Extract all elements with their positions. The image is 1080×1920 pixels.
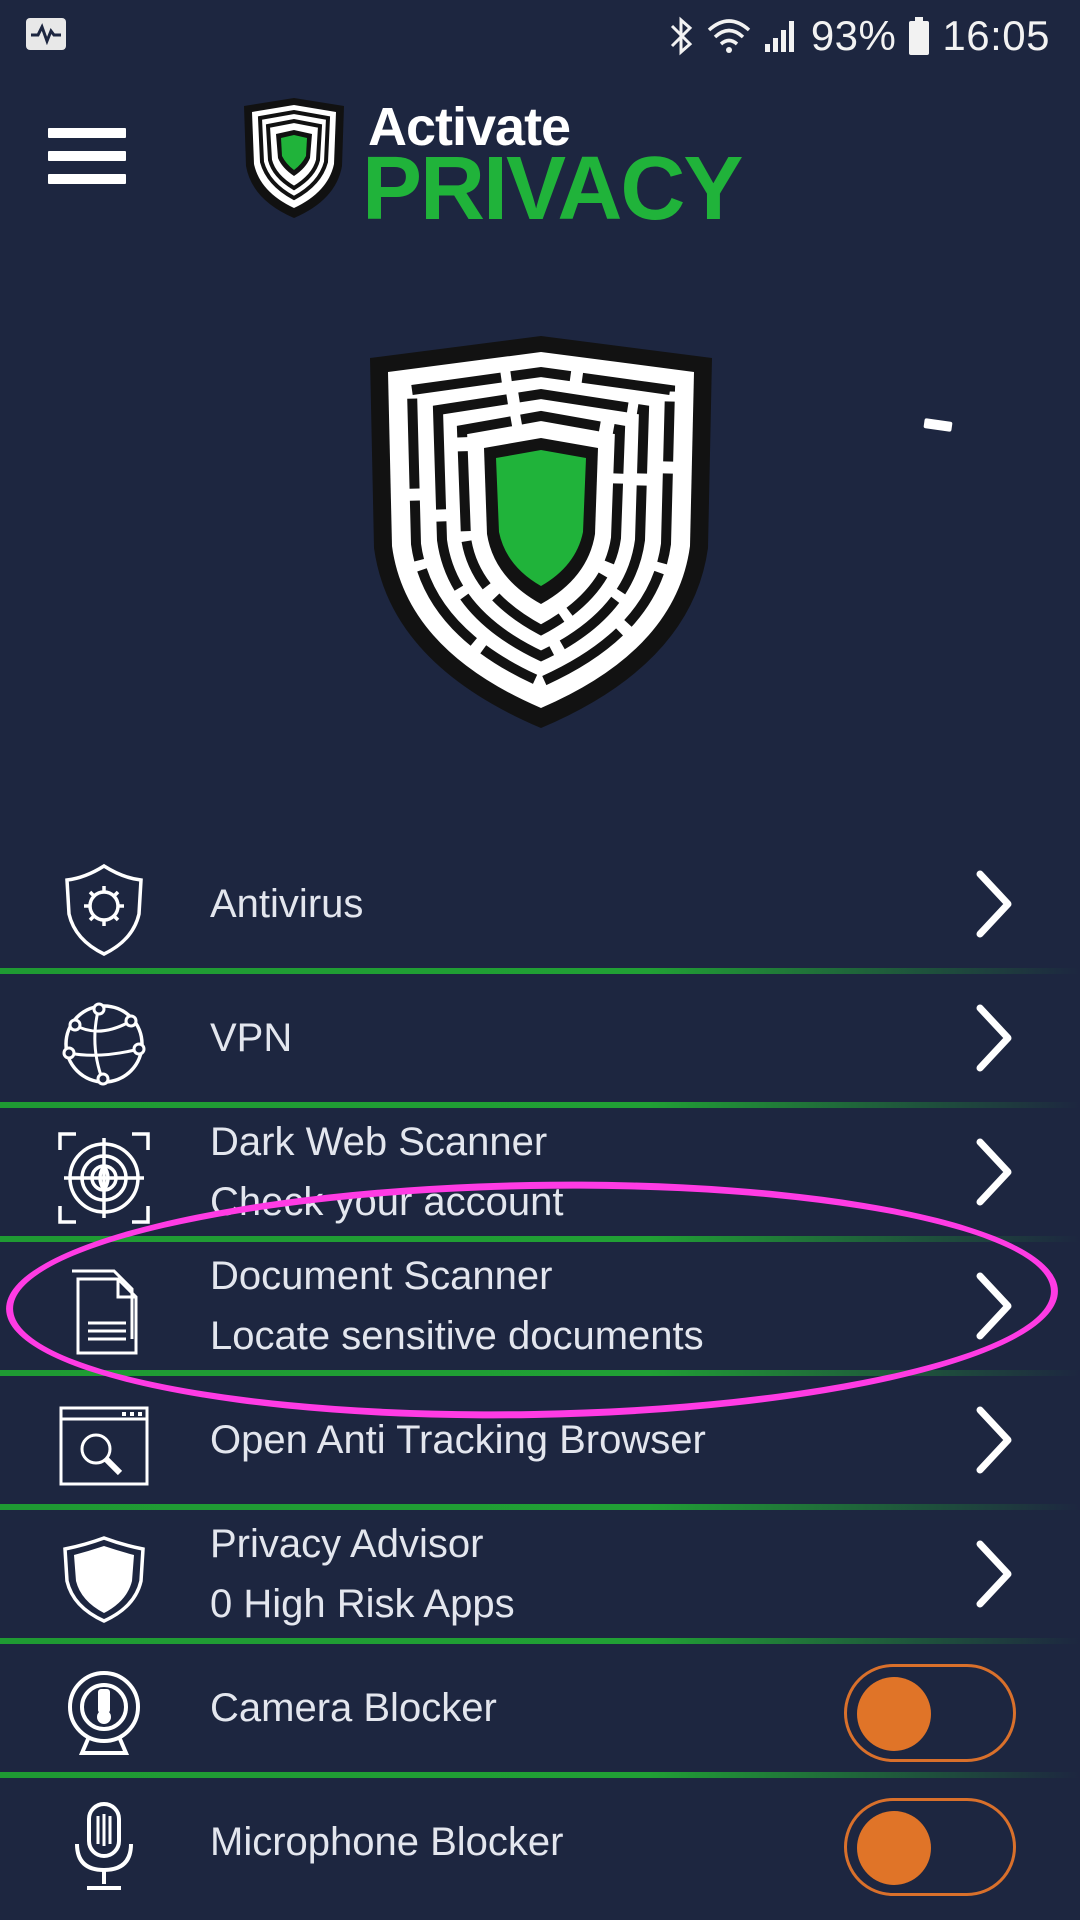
menu-bar — [48, 174, 126, 184]
webcam-icon — [56, 1666, 152, 1762]
document-icon — [56, 1264, 152, 1360]
menu-item-title: Camera Blocker — [210, 1686, 497, 1730]
camera-blocker-toggle[interactable] — [844, 1664, 1016, 1762]
chevron-right-icon[interactable] — [974, 1136, 1014, 1208]
menu-item-antivirus[interactable]: Antivirus — [0, 840, 1080, 974]
menu-item-text: Document Scanner Locate sensitive docume… — [210, 1242, 900, 1370]
menu-item-text: Privacy Advisor 0 High Risk Apps — [210, 1510, 900, 1638]
menu-item-title: Document Scanner — [210, 1254, 553, 1298]
battery-percent: 93% — [810, 12, 897, 59]
menu-item-title: Privacy Advisor — [210, 1522, 484, 1566]
menu-item-text: Open Anti Tracking Browser — [210, 1376, 900, 1504]
menu-item-text: VPN — [210, 974, 900, 1102]
menu-item-subtitle: 0 High Risk Apps — [210, 1582, 515, 1626]
menu-item-text: Camera Blocker — [210, 1644, 900, 1772]
menu-item-title: Antivirus — [210, 882, 364, 926]
chevron-right-icon[interactable] — [974, 1270, 1014, 1342]
menu-item-privacy-advisor[interactable]: Privacy Advisor 0 High Risk Apps — [0, 1510, 1080, 1644]
status-bar: 93% 16:05 — [0, 0, 1080, 72]
dark-web-target-icon — [56, 1130, 152, 1226]
clock: 16:05 — [942, 12, 1050, 59]
microphone-icon — [56, 1800, 152, 1896]
chevron-right-icon[interactable] — [974, 868, 1014, 940]
loading-indicator — [923, 418, 953, 432]
chevron-right-icon[interactable] — [974, 1538, 1014, 1610]
feature-list: Antivirus VPN Dark Web Scanner Check you… — [0, 840, 1080, 1912]
microphone-blocker-toggle[interactable] — [844, 1798, 1016, 1896]
battery-icon — [909, 17, 930, 55]
menu-item-title: VPN — [210, 1016, 293, 1060]
chevron-right-icon[interactable] — [974, 1002, 1014, 1074]
chevron-right-icon[interactable] — [974, 1404, 1014, 1476]
menu-bar — [48, 128, 126, 138]
menu-item-text: Dark Web Scanner Check your account — [210, 1108, 900, 1236]
signal-icon — [764, 21, 794, 52]
menu-item-text: Microphone Blocker — [210, 1778, 900, 1906]
antivirus-shield-icon — [56, 862, 152, 958]
logo-text-bottom: PRIVACY — [362, 139, 743, 239]
privacy-shield-icon — [56, 1532, 152, 1628]
toggle-knob — [857, 1811, 931, 1885]
menu-item-text: Antivirus — [210, 840, 900, 968]
wifi-icon — [707, 19, 750, 53]
menu-item-microphone-blocker: Microphone Blocker — [0, 1778, 1080, 1912]
menu-item-title: Microphone Blocker — [210, 1820, 564, 1864]
logo-shield-icon — [244, 98, 344, 218]
vpn-globe-icon — [56, 996, 152, 1092]
browser-search-icon — [56, 1398, 152, 1494]
menu-item-document-scanner[interactable]: Document Scanner Locate sensitive docume… — [0, 1242, 1080, 1376]
menu-item-vpn[interactable]: VPN — [0, 974, 1080, 1108]
status-icons: 93% 16:05 — [669, 12, 1050, 60]
activity-icon — [26, 18, 66, 50]
toggle-knob — [857, 1677, 931, 1751]
privacy-shield-logo-icon — [370, 336, 712, 728]
menu-bar — [48, 151, 126, 161]
menu-item-dark-web-scanner[interactable]: Dark Web Scanner Check your account — [0, 1108, 1080, 1242]
hamburger-menu-icon[interactable] — [48, 128, 126, 184]
menu-item-subtitle: Check your account — [210, 1180, 564, 1224]
menu-item-subtitle: Locate sensitive documents — [210, 1314, 704, 1358]
menu-item-title: Open Anti Tracking Browser — [210, 1418, 706, 1462]
app-logo: Activate PRIVACY — [240, 96, 743, 239]
menu-item-title: Dark Web Scanner — [210, 1120, 548, 1164]
menu-item-camera-blocker: Camera Blocker — [0, 1644, 1080, 1778]
menu-item-anti-tracking-browser[interactable]: Open Anti Tracking Browser — [0, 1376, 1080, 1510]
bluetooth-icon — [670, 16, 693, 56]
